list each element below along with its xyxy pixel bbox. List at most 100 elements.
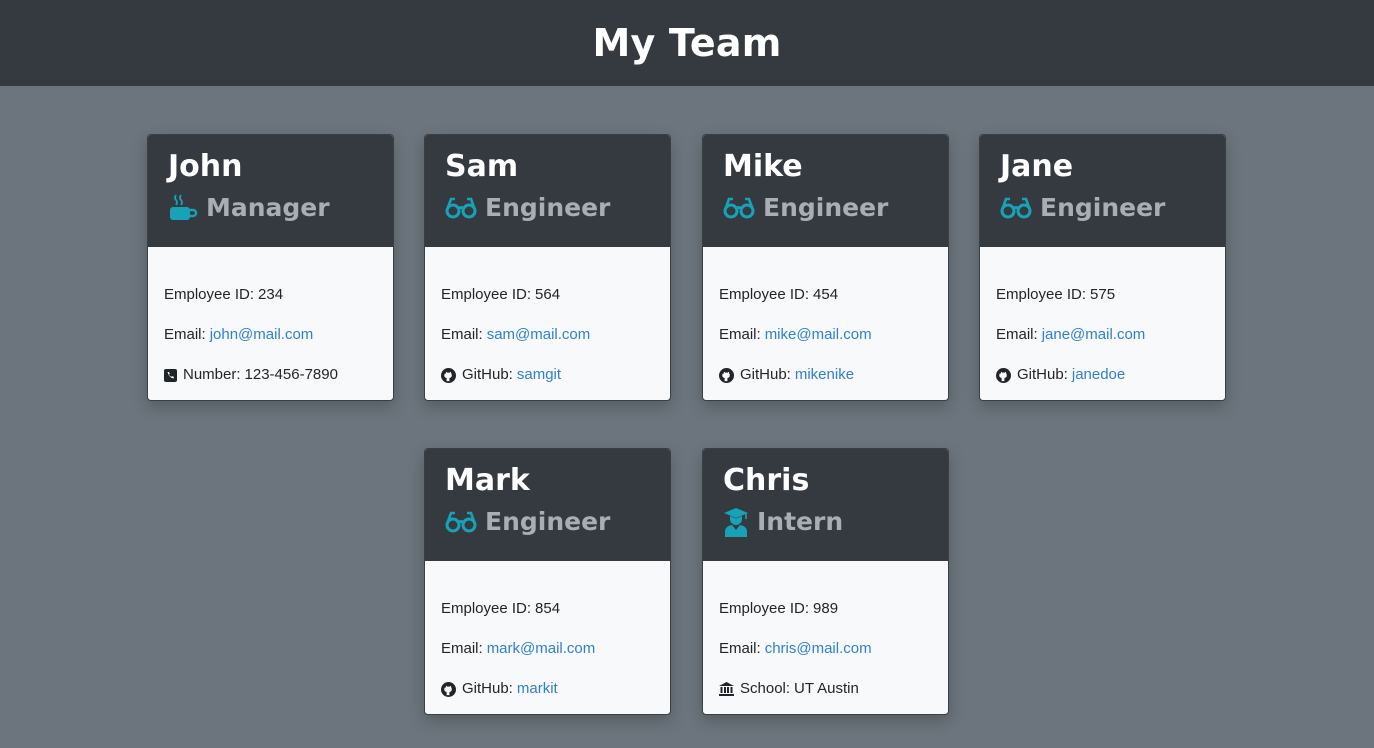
employee-role: Manager: [168, 193, 373, 223]
email-label: Email:: [719, 640, 761, 657]
card-body: Employee ID: 989 Email: chris@mail.com S…: [703, 561, 948, 709]
glasses-icon: [1000, 196, 1032, 220]
email-label: Email:: [164, 326, 206, 343]
employee-name: Mike: [723, 149, 803, 184]
school-value: UT Austin: [794, 680, 859, 697]
employee-card: Mark Engineer Employee ID: 854 Email: ma…: [424, 448, 671, 715]
role-label: Engineer: [1040, 193, 1166, 222]
github-link[interactable]: mikenike: [795, 359, 854, 391]
email-link[interactable]: mark@mail.com: [487, 633, 596, 665]
employee-name: Jane: [1000, 149, 1074, 184]
employee-name: Sam: [445, 149, 519, 184]
email-row: Email: chris@mail.com: [719, 629, 932, 669]
github-row: GitHub: mikenike: [719, 355, 932, 395]
email-link[interactable]: chris@mail.com: [765, 633, 872, 665]
card-body: Employee ID: 454 Email: mike@mail.com Gi…: [703, 247, 948, 395]
email-row: Email: john@mail.com: [164, 315, 377, 355]
github-icon: [719, 367, 734, 383]
email-row: Email: jane@mail.com: [996, 315, 1209, 355]
github-label: GitHub:: [1017, 366, 1068, 383]
employee-role: Engineer: [1000, 193, 1205, 223]
page-title: My Team: [592, 21, 782, 65]
employee-id-label: Employee ID:: [996, 286, 1087, 303]
card-header: John Manager: [148, 135, 393, 247]
email-row: Email: sam@mail.com: [441, 315, 654, 355]
employee-card: Jane Engineer Employee ID: 575 Email: ja…: [979, 134, 1226, 401]
employee-role: Engineer: [445, 193, 650, 223]
github-link[interactable]: samgit: [517, 359, 561, 391]
email-link[interactable]: sam@mail.com: [487, 319, 591, 351]
phone-label: Number:: [183, 366, 241, 383]
github-link[interactable]: janedoe: [1072, 359, 1125, 391]
employee-role: Intern: [723, 507, 928, 537]
school-label: School:: [740, 680, 791, 697]
phone-row: Number: 123-456-7890: [164, 355, 377, 395]
email-link[interactable]: mike@mail.com: [765, 319, 872, 351]
employee-id-label: Employee ID:: [719, 286, 810, 303]
card-header: Sam Engineer: [425, 135, 670, 247]
github-icon: [441, 367, 456, 383]
email-row: Email: mike@mail.com: [719, 315, 932, 355]
employee-name: John: [168, 149, 243, 184]
employee-role: Engineer: [445, 507, 650, 537]
email-label: Email:: [441, 640, 483, 657]
role-label: Engineer: [485, 507, 611, 536]
github-row: GitHub: markit: [441, 669, 654, 709]
employee-name: Mark: [445, 463, 530, 498]
card-header: Mark Engineer: [425, 449, 670, 561]
employee-id-label: Employee ID:: [164, 286, 255, 303]
employee-card: Chris Intern Employee ID: 989 Email: chr…: [702, 448, 949, 715]
employee-role: Engineer: [723, 193, 928, 223]
employee-id-value: 234: [258, 286, 284, 303]
email-row: Email: mark@mail.com: [441, 629, 654, 669]
card-body: Employee ID: 575 Email: jane@mail.com Gi…: [980, 247, 1225, 395]
card-header: Jane Engineer: [980, 135, 1225, 247]
employee-id-value: 454: [813, 286, 839, 303]
email-link[interactable]: john@mail.com: [210, 319, 314, 351]
employee-id-value: 989: [813, 600, 839, 617]
glasses-icon: [445, 510, 477, 534]
team-grid: John Manager Employee ID: 234 Email: joh…: [0, 86, 1374, 748]
employee-name: Chris: [723, 463, 810, 498]
glasses-icon: [723, 196, 755, 220]
employee-id-value: 575: [1090, 286, 1116, 303]
github-icon: [441, 681, 456, 697]
role-label: Engineer: [763, 193, 889, 222]
glasses-icon: [445, 196, 477, 220]
card-header: Mike Engineer: [703, 135, 948, 247]
graduate-icon: [723, 507, 749, 537]
employee-id-row: Employee ID: 854: [441, 589, 654, 629]
school-row: School: UT Austin: [719, 669, 932, 709]
employee-card: John Manager Employee ID: 234 Email: joh…: [147, 134, 394, 401]
employee-id-row: Employee ID: 234: [164, 275, 377, 315]
role-label: Intern: [757, 507, 844, 536]
card-body: Employee ID: 564 Email: sam@mail.com Git…: [425, 247, 670, 395]
role-label: Manager: [206, 193, 330, 222]
page-header: My Team: [0, 0, 1374, 86]
coffee-icon: [168, 193, 198, 223]
github-label: GitHub:: [462, 366, 513, 383]
employee-id-label: Employee ID:: [441, 600, 532, 617]
phone-icon: [164, 368, 177, 382]
employee-id-value: 854: [535, 600, 561, 617]
role-label: Engineer: [485, 193, 611, 222]
github-link[interactable]: markit: [517, 673, 558, 705]
email-link[interactable]: jane@mail.com: [1042, 319, 1146, 351]
employee-id-row: Employee ID: 575: [996, 275, 1209, 315]
github-label: GitHub:: [740, 366, 791, 383]
github-row: GitHub: janedoe: [996, 355, 1209, 395]
employee-card: Sam Engineer Employee ID: 564 Email: sam…: [424, 134, 671, 401]
card-body: Employee ID: 234 Email: john@mail.com Nu…: [148, 247, 393, 395]
employee-id-label: Employee ID:: [441, 286, 532, 303]
github-label: GitHub:: [462, 680, 513, 697]
card-body: Employee ID: 854 Email: mark@mail.com Gi…: [425, 561, 670, 709]
employee-id-row: Employee ID: 564: [441, 275, 654, 315]
github-icon: [996, 367, 1011, 383]
email-label: Email:: [996, 326, 1038, 343]
employee-card: Mike Engineer Employee ID: 454 Email: mi…: [702, 134, 949, 401]
employee-id-label: Employee ID:: [719, 600, 810, 617]
employee-id-row: Employee ID: 454: [719, 275, 932, 315]
email-label: Email:: [441, 326, 483, 343]
github-row: GitHub: samgit: [441, 355, 654, 395]
phone-value: 123-456-7890: [244, 366, 338, 383]
